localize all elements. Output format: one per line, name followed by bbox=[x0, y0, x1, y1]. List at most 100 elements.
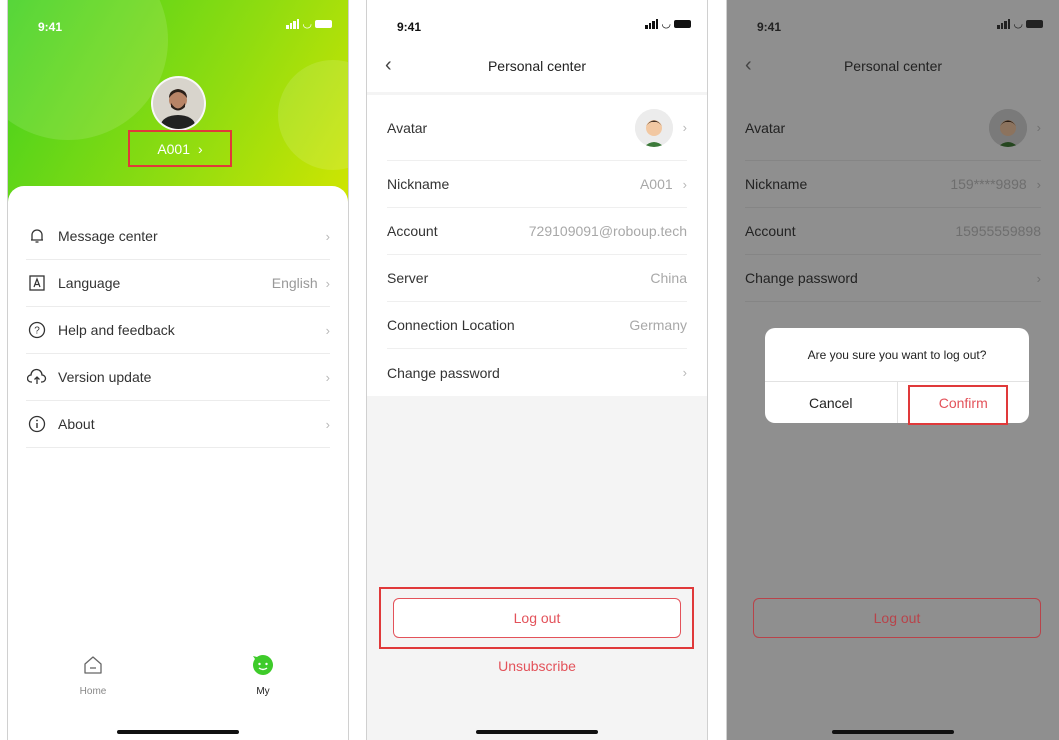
row-value: 729109091@roboup.tech bbox=[528, 223, 687, 239]
nav-bar: ‹ Personal center bbox=[727, 44, 1059, 88]
chevron-right-icon: › bbox=[682, 176, 687, 192]
chevron-right-icon: › bbox=[682, 365, 687, 380]
menu-item-message-center[interactable]: Message center › bbox=[26, 213, 330, 260]
row-label: Account bbox=[745, 223, 796, 239]
personal-center-screen: 9:41 ◡ ‹ Personal center Avatar › Nickna… bbox=[366, 0, 708, 740]
nickname-link[interactable]: A001 › bbox=[128, 130, 232, 167]
status-time: 9:41 bbox=[38, 20, 63, 34]
svg-text:?: ? bbox=[34, 326, 40, 337]
back-arrow-icon[interactable]: ‹ bbox=[385, 54, 392, 77]
chevron-right-icon: › bbox=[325, 416, 330, 432]
row-label: Change password bbox=[745, 270, 858, 286]
menu-item-label: Version update bbox=[58, 369, 152, 385]
menu-item-about[interactable]: About › bbox=[26, 401, 330, 448]
tab-label: Home bbox=[79, 686, 107, 697]
menu-item-language[interactable]: Language English › bbox=[26, 260, 330, 307]
settings-menu: Message center › Language English › ? He… bbox=[26, 213, 330, 448]
battery-icon bbox=[674, 20, 691, 28]
tab-home[interactable]: Home bbox=[8, 650, 178, 710]
status-icons: ◡ bbox=[286, 18, 332, 30]
bell-icon bbox=[26, 225, 48, 247]
chevron-right-icon: › bbox=[198, 140, 203, 157]
avatar bbox=[634, 108, 673, 147]
row-value: 15955559898 bbox=[955, 223, 1041, 239]
row-value: A001 bbox=[639, 176, 673, 192]
decor-circle bbox=[278, 60, 348, 170]
logout-confirm-screen: 9:41 ◡ ‹ Personal center Avatar › Nickna… bbox=[726, 0, 1059, 740]
avatar bbox=[988, 108, 1027, 147]
row-label: Avatar bbox=[387, 119, 428, 136]
info-icon bbox=[26, 413, 48, 435]
nav-bar: ‹ Personal center bbox=[367, 44, 707, 88]
wifi-icon: ◡ bbox=[1013, 18, 1023, 30]
row-value: China bbox=[650, 270, 687, 286]
help-icon: ? bbox=[26, 319, 48, 341]
cancel-button[interactable]: Cancel bbox=[765, 382, 898, 423]
row-server: Server China bbox=[387, 255, 687, 302]
tab-bar: Home My bbox=[8, 650, 348, 710]
row-nickname: Nickname 159****9898 › bbox=[745, 161, 1041, 208]
menu-item-label: Language bbox=[58, 275, 121, 291]
row-change-password: Change password › bbox=[745, 255, 1041, 302]
chevron-right-icon: › bbox=[682, 120, 687, 135]
status-bar: 9:41 ◡ bbox=[8, 0, 348, 44]
logout-button[interactable]: Log out bbox=[393, 598, 681, 638]
signal-icon bbox=[997, 19, 1011, 29]
row-label: Server bbox=[387, 270, 429, 286]
status-icons: ◡ bbox=[645, 18, 691, 30]
row-nickname[interactable]: Nickname A001 › bbox=[387, 161, 687, 208]
cloud-upload-icon bbox=[26, 366, 48, 388]
home-indicator bbox=[832, 730, 954, 734]
chevron-right-icon: › bbox=[325, 228, 330, 244]
menu-item-label: Message center bbox=[58, 228, 158, 244]
status-bar: 9:41 ◡ bbox=[727, 0, 1059, 44]
dialog-message: Are you sure you want to log out? bbox=[765, 328, 1029, 382]
row-label: Account bbox=[387, 223, 438, 239]
logout-button: Log out bbox=[753, 598, 1041, 638]
row-label: Nickname bbox=[745, 176, 808, 192]
row-value: Germany bbox=[629, 317, 687, 333]
row-change-password[interactable]: Change password › bbox=[387, 349, 687, 396]
row-value: 159****9898 bbox=[950, 176, 1027, 192]
row-connection-location: Connection Location Germany bbox=[387, 302, 687, 349]
chevron-right-icon: › bbox=[325, 369, 330, 385]
row-label: Change password bbox=[387, 364, 500, 381]
home-indicator bbox=[117, 730, 239, 734]
user-photo-icon bbox=[153, 78, 204, 129]
home-icon bbox=[82, 650, 104, 680]
avatar[interactable] bbox=[151, 76, 206, 131]
chevron-right-icon: › bbox=[1036, 176, 1041, 192]
smiley-icon bbox=[251, 650, 275, 680]
row-avatar: Avatar › bbox=[745, 95, 1041, 161]
page-title: Personal center bbox=[487, 58, 587, 74]
language-value: English bbox=[271, 275, 318, 291]
chevron-right-icon: › bbox=[1036, 120, 1041, 135]
menu-item-help-feedback[interactable]: ? Help and feedback › bbox=[26, 307, 330, 354]
page-title: Personal center bbox=[843, 58, 943, 74]
menu-item-version-update[interactable]: Version update › bbox=[26, 354, 330, 401]
wifi-icon: ◡ bbox=[302, 18, 312, 30]
row-avatar[interactable]: Avatar › bbox=[387, 95, 687, 161]
signal-icon bbox=[645, 19, 659, 29]
signal-icon bbox=[286, 19, 300, 29]
language-icon bbox=[26, 272, 48, 294]
unsubscribe-link[interactable]: Unsubscribe bbox=[367, 658, 707, 674]
tab-my[interactable]: My bbox=[178, 650, 348, 710]
chevron-right-icon: › bbox=[325, 275, 330, 291]
my-screen: 9:41 ◡ A001 › Message center › Language … bbox=[7, 0, 349, 740]
back-arrow-icon[interactable]: ‹ bbox=[745, 54, 752, 77]
status-time: 9:41 bbox=[397, 20, 422, 34]
chevron-right-icon: › bbox=[325, 322, 330, 338]
wifi-icon: ◡ bbox=[661, 18, 671, 30]
cartoon-avatar-icon bbox=[634, 108, 673, 147]
nickname-text: A001 bbox=[157, 140, 191, 157]
cartoon-avatar-icon bbox=[988, 108, 1027, 147]
battery-icon bbox=[315, 20, 332, 28]
battery-icon bbox=[1026, 20, 1043, 28]
row-account: Account 15955559898 bbox=[745, 208, 1041, 255]
profile-card: Avatar › Nickname 159****9898 › Account … bbox=[727, 95, 1059, 302]
status-time: 9:41 bbox=[757, 20, 782, 34]
row-account: Account 729109091@roboup.tech bbox=[387, 208, 687, 255]
chevron-right-icon: › bbox=[1036, 270, 1041, 286]
row-label: Avatar bbox=[745, 119, 786, 136]
